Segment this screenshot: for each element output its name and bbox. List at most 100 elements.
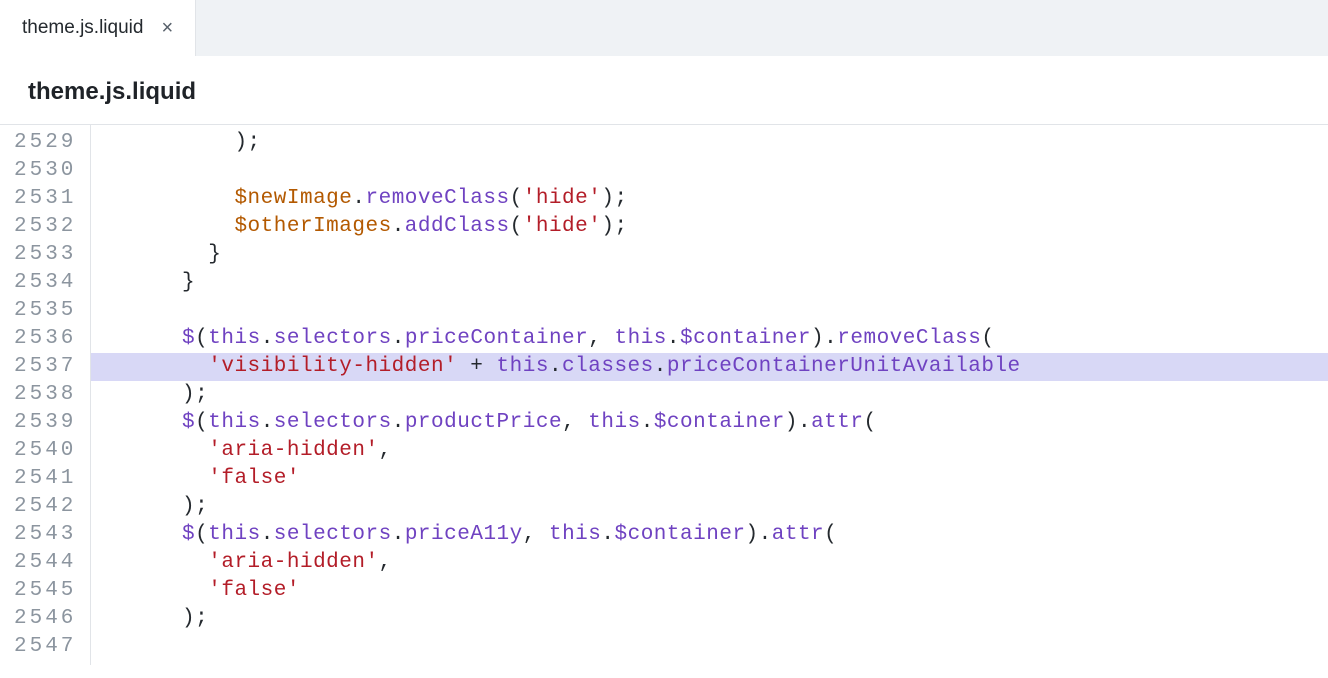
token-punc: . — [392, 215, 405, 238]
token-kw: this — [208, 327, 260, 350]
line-number: 2544 — [14, 549, 76, 577]
line-number: 2531 — [14, 185, 76, 213]
token-str: 'visibility-hidden' — [208, 355, 457, 378]
token-punc: ); — [103, 607, 208, 630]
token-punc: ); — [103, 495, 208, 518]
token-punc: . — [392, 411, 405, 434]
code-line[interactable]: ); — [91, 381, 1328, 409]
code-area[interactable]: ); $newImage.removeClass('hide'); $other… — [91, 125, 1328, 665]
code-line[interactable]: } — [91, 241, 1328, 269]
token-punc — [103, 327, 182, 350]
code-line[interactable]: ); — [91, 605, 1328, 633]
line-number: 2533 — [14, 241, 76, 269]
close-icon[interactable]: × — [161, 18, 173, 38]
line-number: 2537 — [14, 353, 76, 381]
token-punc: ( — [195, 523, 208, 546]
line-number: 2546 — [14, 605, 76, 633]
code-line[interactable]: } — [91, 269, 1328, 297]
code-line[interactable]: 'false' — [91, 577, 1328, 605]
token-punc — [103, 355, 208, 378]
token-method: removeClass — [837, 327, 981, 350]
token-punc: , — [562, 411, 588, 434]
code-editor[interactable]: 2529253025312532253325342535253625372538… — [0, 124, 1328, 665]
token-method: addClass — [405, 215, 510, 238]
token-punc — [103, 439, 208, 462]
token-kw: this — [614, 327, 666, 350]
token-method: priceContainerUnitAvailable — [667, 355, 1021, 378]
token-punc: ( — [510, 187, 523, 210]
line-number-gutter: 2529253025312532253325342535253625372538… — [0, 125, 91, 665]
token-var: $newImage — [234, 187, 352, 210]
token-punc — [103, 551, 208, 574]
code-line[interactable]: $(this.selectors.priceA11y, this.$contai… — [91, 521, 1328, 549]
code-line[interactable] — [91, 633, 1328, 661]
code-line[interactable]: $otherImages.addClass('hide'); — [91, 213, 1328, 241]
token-punc: ( — [824, 523, 837, 546]
token-punc: ); — [601, 187, 627, 210]
token-dollar: $ — [182, 523, 195, 546]
token-str: 'aria-hidden' — [208, 551, 378, 574]
code-line[interactable]: ); — [91, 129, 1328, 157]
token-method: classes — [562, 355, 654, 378]
code-line[interactable]: ); — [91, 493, 1328, 521]
token-dollar: $ — [182, 411, 195, 434]
code-line[interactable]: 'visibility-hidden' + this.classes.price… — [91, 353, 1328, 381]
token-punc: ( — [195, 411, 208, 434]
token-punc: ); — [601, 215, 627, 238]
token-punc — [103, 411, 182, 434]
token-punc: , — [379, 439, 392, 462]
line-number: 2541 — [14, 465, 76, 493]
line-number: 2539 — [14, 409, 76, 437]
token-method: attr — [772, 523, 824, 546]
token-str: 'hide' — [523, 187, 602, 210]
code-line[interactable]: $(this.selectors.priceContainer, this.$c… — [91, 325, 1328, 353]
file-title: theme.js.liquid — [0, 56, 1328, 124]
token-method: removeClass — [365, 187, 509, 210]
tab-theme-js-liquid[interactable]: theme.js.liquid × — [0, 0, 196, 56]
token-punc: , — [588, 327, 614, 350]
line-number: 2538 — [14, 381, 76, 409]
token-method: attr — [811, 411, 863, 434]
token-dollar: $ — [182, 327, 195, 350]
token-method: selectors — [274, 523, 392, 546]
code-line[interactable]: 'aria-hidden', — [91, 549, 1328, 577]
token-method: $container — [615, 523, 746, 546]
token-punc: ( — [863, 411, 876, 434]
token-method: $container — [654, 411, 785, 434]
line-number: 2545 — [14, 577, 76, 605]
token-punc: . — [601, 523, 614, 546]
token-punc: . — [261, 327, 274, 350]
line-number: 2547 — [14, 633, 76, 661]
token-punc: . — [261, 523, 274, 546]
line-number: 2532 — [14, 213, 76, 241]
code-line[interactable]: 'aria-hidden', — [91, 437, 1328, 465]
token-method: selectors — [274, 411, 392, 434]
line-number: 2542 — [14, 493, 76, 521]
token-punc — [103, 467, 208, 490]
line-number: 2536 — [14, 325, 76, 353]
code-line[interactable]: 'false' — [91, 465, 1328, 493]
token-var: $otherImages — [234, 215, 391, 238]
token-punc: ( — [981, 327, 994, 350]
token-punc: . — [261, 411, 274, 434]
token-punc: . — [352, 187, 365, 210]
token-kw: this — [549, 523, 601, 546]
token-method: $container — [680, 327, 811, 350]
code-line[interactable]: $newImage.removeClass('hide'); — [91, 185, 1328, 213]
token-str: 'aria-hidden' — [208, 439, 378, 462]
token-punc: , — [523, 523, 549, 546]
token-punc: ( — [195, 327, 208, 350]
token-method: selectors — [274, 327, 392, 350]
code-line[interactable] — [91, 157, 1328, 185]
token-punc: . — [641, 411, 654, 434]
code-line[interactable]: $(this.selectors.productPrice, this.$con… — [91, 409, 1328, 437]
token-str: 'false' — [208, 467, 300, 490]
token-punc: + — [457, 355, 496, 378]
token-punc: ); — [103, 131, 260, 154]
code-line[interactable] — [91, 297, 1328, 325]
token-method: productPrice — [405, 411, 562, 434]
token-punc: . — [667, 327, 680, 350]
token-punc: . — [654, 355, 667, 378]
line-number: 2535 — [14, 297, 76, 325]
token-kw: this — [588, 411, 640, 434]
